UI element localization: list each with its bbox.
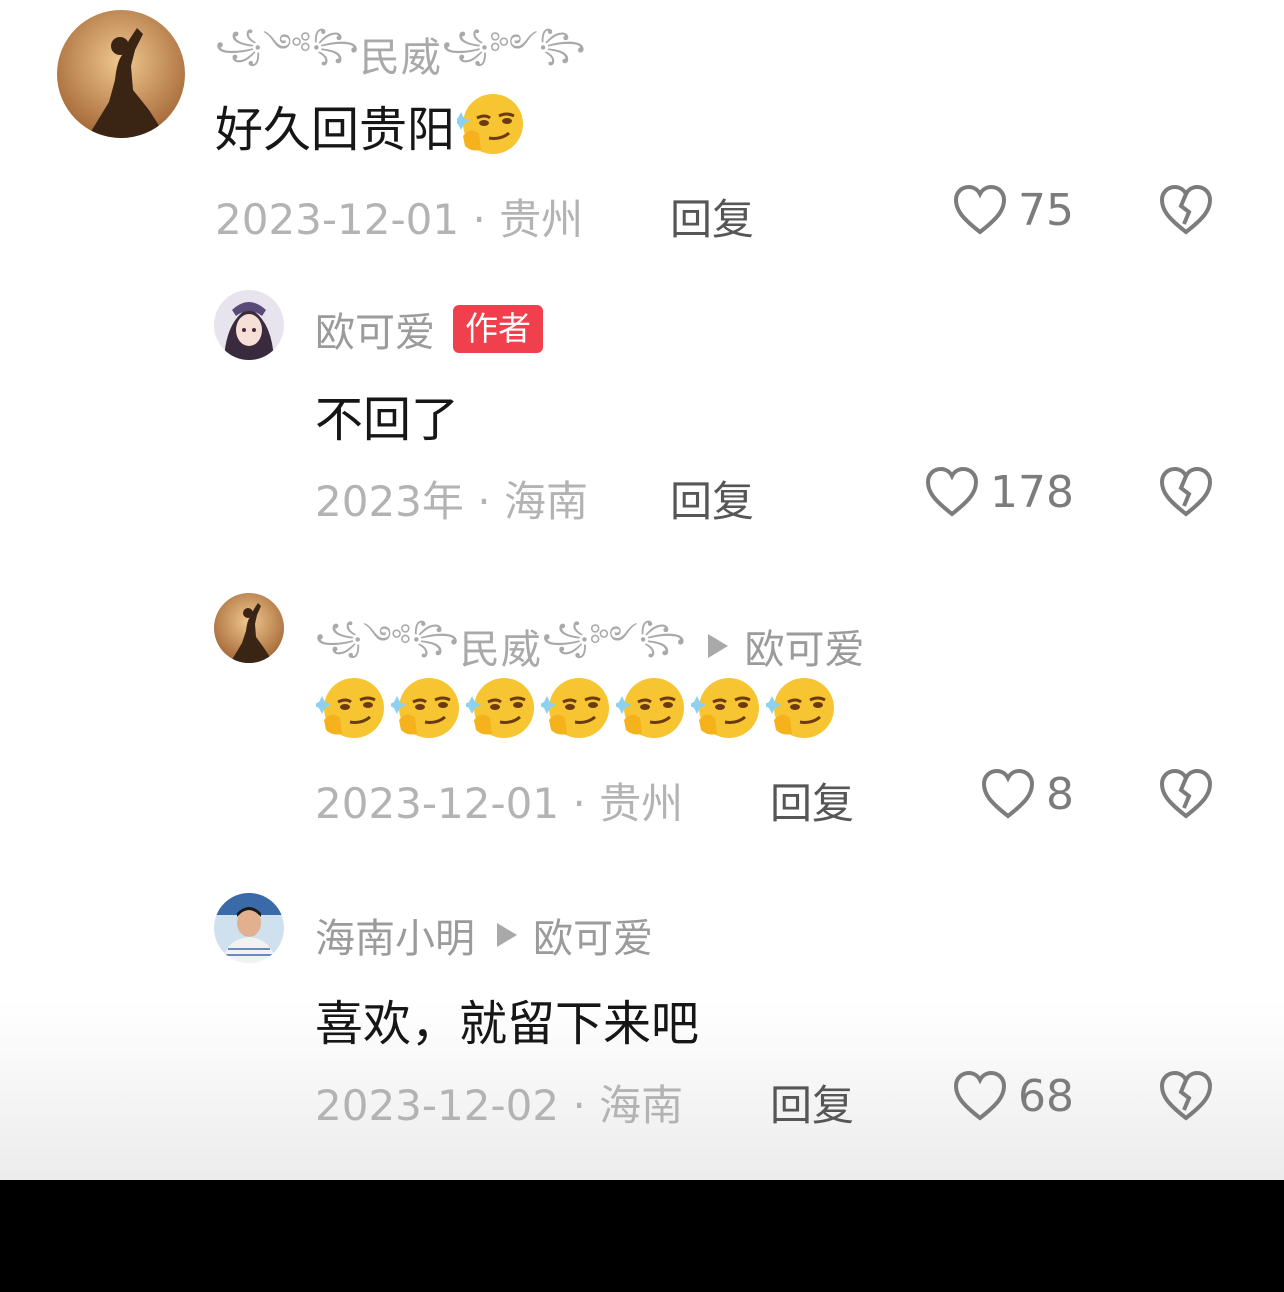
like-count: 68 — [1018, 1070, 1074, 1122]
broken-heart-icon[interactable] — [1158, 1070, 1214, 1122]
smirk-thinking-emoji — [688, 674, 765, 744]
like-button[interactable]: 75 — [952, 184, 1074, 236]
name-decoration-right: ꧁༻꧂ — [441, 28, 587, 63]
avatar-oukeai[interactable] — [214, 290, 284, 360]
smirk-thinking-emoji — [388, 674, 465, 744]
heart-outline-icon — [926, 466, 979, 517]
reply-button[interactable]: 回复 — [670, 468, 754, 529]
name-decoration-left: ꧁༺꧂ — [215, 28, 360, 63]
like-count: 8 — [1046, 768, 1074, 820]
like-button[interactable]: 8 — [980, 768, 1074, 820]
comment-text: 好久回贵阳 — [215, 90, 527, 160]
reply-button[interactable]: 回复 — [770, 1072, 854, 1133]
comment-author-name[interactable]: ꧁༺꧂ 民威 ꧁༻꧂ — [215, 12, 586, 96]
heart-outline-icon — [981, 768, 1035, 819]
comment-meta: 2023-12-01 · 贵州 — [315, 779, 684, 828]
reply-button[interactable]: 回复 — [670, 186, 754, 247]
reply-to-name[interactable]: 欧可爱 — [744, 617, 864, 675]
avatar-minwei[interactable] — [57, 10, 185, 138]
broken-heart-icon[interactable] — [1158, 466, 1214, 518]
comment-meta: 2023-12-02 · 海南 — [315, 1081, 684, 1130]
comment-meta: 2023-12-01 · 贵州 — [215, 195, 584, 244]
like-button[interactable]: 68 — [952, 1070, 1074, 1122]
smirk-thinking-emoji — [452, 90, 527, 160]
smirk-thinking-emoji — [463, 674, 540, 744]
smirk-thinking-emoji — [313, 674, 390, 744]
comment-emoji-row — [313, 674, 840, 744]
smirk-thinking-emoji — [763, 674, 840, 744]
reply-button[interactable]: 回复 — [770, 770, 854, 831]
smirk-thinking-emoji — [613, 674, 690, 744]
bottom-black-bar — [0, 1180, 1284, 1292]
comment-author-name[interactable]: 欧可爱 作者 — [315, 300, 543, 358]
avatar-minwei[interactable] — [214, 593, 284, 663]
like-button[interactable]: 178 — [924, 466, 1074, 518]
like-count: 75 — [1018, 184, 1074, 236]
like-count: 178 — [990, 466, 1074, 518]
comment-meta: 2023年 · 海南 — [315, 477, 588, 526]
smirk-thinking-emoji — [538, 674, 615, 744]
play-triangle-icon — [497, 923, 517, 947]
author-badge: 作者 — [453, 305, 543, 353]
broken-heart-icon[interactable] — [1158, 768, 1214, 820]
heart-outline-icon — [953, 184, 1007, 235]
broken-heart-icon[interactable] — [1158, 184, 1214, 236]
avatar-hainanxiaoming[interactable] — [214, 893, 284, 963]
heart-outline-icon — [953, 1070, 1007, 1121]
comment-author-name[interactable]: 海南小明 欧可爱 — [315, 906, 653, 964]
comment-text: 喜欢，就留下来吧 — [315, 996, 700, 1052]
reply-to-name[interactable]: 欧可爱 — [533, 906, 653, 964]
comment-text: 不回了 — [315, 392, 460, 448]
play-triangle-icon — [708, 634, 729, 658]
